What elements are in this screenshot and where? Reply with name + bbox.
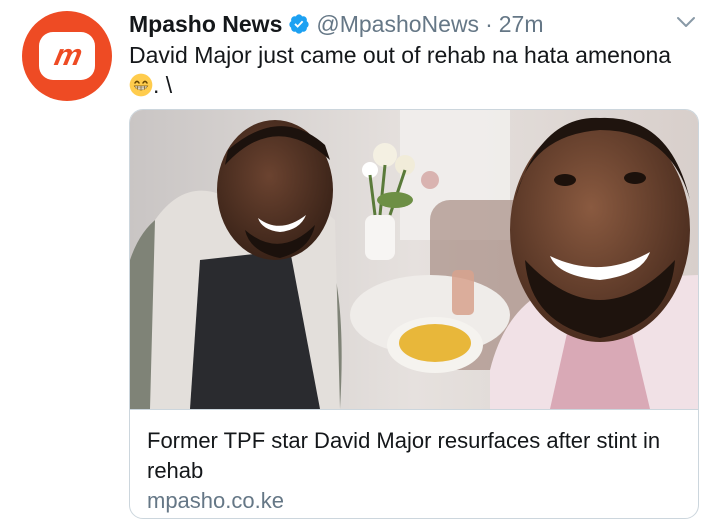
card-divider <box>130 409 698 410</box>
card-domain[interactable]: mpasho.co.ke <box>147 488 284 514</box>
verified-badge-icon <box>288 13 310 35</box>
card-title[interactable]: Former TPF star David Major resurfaces a… <box>147 426 682 486</box>
avatar-logo-text: m <box>51 39 83 72</box>
link-card[interactable]: Former TPF star David Major resurfaces a… <box>129 109 699 519</box>
avatar[interactable]: m <box>22 11 112 101</box>
grinning-face-emoji-icon <box>129 73 153 97</box>
card-image[interactable] <box>130 110 698 409</box>
author-handle[interactable]: @MpashoNews <box>316 11 479 38</box>
tweet-text-line1: David Major just came out of rehab na ha… <box>129 42 672 68</box>
tweet[interactable]: m Mpasho News @MpashoNews · 27m David Ma… <box>0 0 720 521</box>
mpasho-logo: m <box>39 32 95 80</box>
tweet-text: David Major just came out of rehab na ha… <box>129 40 699 100</box>
author-display-name[interactable]: Mpasho News <box>129 11 282 38</box>
header-separator: · <box>485 10 493 37</box>
chevron-down-icon[interactable] <box>674 10 698 34</box>
tweet-header: Mpasho News @MpashoNews · 27m <box>129 7 543 41</box>
tweet-text-line2: . \ <box>153 72 173 98</box>
tweet-timestamp[interactable]: 27m <box>499 11 544 38</box>
